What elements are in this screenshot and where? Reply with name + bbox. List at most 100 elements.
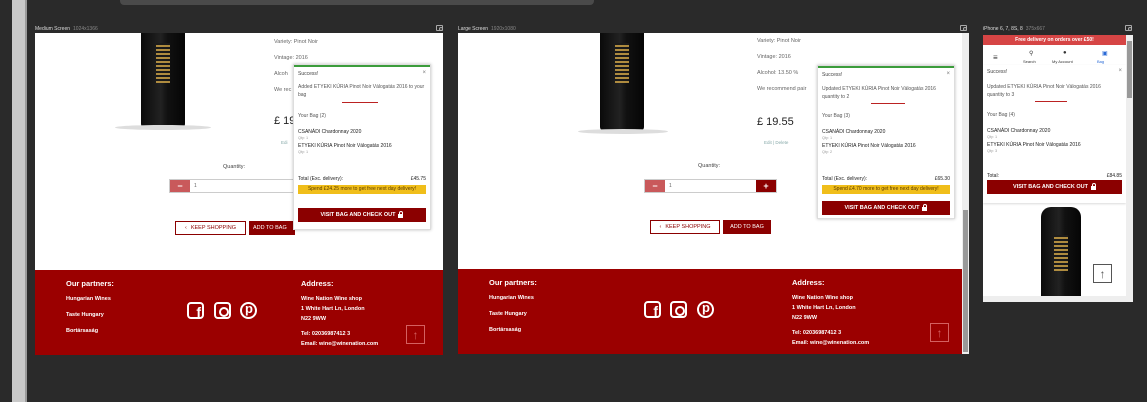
scrollbar-thumb[interactable] <box>1127 41 1132 98</box>
keep-shopping-button[interactable]: ‹ KEEP SHOPPING <box>650 220 720 234</box>
pinterest-icon[interactable] <box>697 300 714 318</box>
close-icon[interactable]: × <box>1118 68 1122 74</box>
bag-item-name: ETYEKI KÚRIA Pinot Noir Válogatás 2016 <box>822 143 916 149</box>
add-to-bag-button[interactable]: ADD TO BAG <box>723 220 771 234</box>
bag-item-name: CSANÁDI Chardonnay 2020 <box>987 128 1051 134</box>
free-delivery-banner: Free delivery on orders over £50! <box>983 35 1126 45</box>
bag-item-qty: Qty: 1 <box>298 136 309 140</box>
back-to-top-button[interactable]: ↑ <box>406 325 425 344</box>
quantity-label: Quantity: <box>698 163 721 169</box>
vintage-text: Vintage: 2016 <box>274 55 308 61</box>
facebook-icon[interactable] <box>644 301 661 319</box>
camera-icon[interactable] <box>1125 25 1132 31</box>
partner-link[interactable]: Taste Hungary <box>66 312 104 318</box>
recommend-text: We recommend pair <box>757 86 807 92</box>
chevron-left-icon: ‹ <box>185 225 187 231</box>
vintage-text: Vintage: 2016 <box>757 54 791 60</box>
quantity-label: Quantity: <box>223 164 246 170</box>
quantity-plus-button[interactable]: + <box>756 180 776 192</box>
horizontal-scrollbar[interactable] <box>983 296 1126 302</box>
back-to-top-button[interactable]: ↑ <box>930 323 949 342</box>
instagram-icon[interactable] <box>214 302 231 319</box>
camera-icon[interactable] <box>960 25 967 31</box>
checkout-button[interactable]: VISIT BAG AND CHECK OUT <box>298 208 426 222</box>
bag-item-qty: Qty: 1 <box>987 135 998 139</box>
large-frame-label: Large Screen 1920x1080 <box>458 26 516 32</box>
phone-text: Tel: 02036987412 3 <box>301 331 351 337</box>
partner-link[interactable]: Bortársaság <box>489 327 521 333</box>
bag-label[interactable]: Bag <box>1097 59 1104 64</box>
instagram-icon[interactable] <box>670 301 687 318</box>
bag-item-qty: Qty: 1 <box>822 136 833 140</box>
edit-delete-link[interactable]: Edit | Delete <box>764 140 788 145</box>
bag-icon[interactable]: ▣ <box>1102 50 1108 57</box>
menu-icon[interactable]: ≡ <box>993 53 998 62</box>
vertical-scrollbar[interactable] <box>1126 35 1133 302</box>
address-line: 1 White Hart Ln, London <box>301 306 365 312</box>
bag-total: Total (Exc. delivery): £65.30 <box>822 176 950 182</box>
lock-icon <box>398 211 404 218</box>
partners-title: Our partners: <box>489 278 537 287</box>
quantity-minus-button[interactable]: − <box>170 180 190 192</box>
bag-title: Your Bag (2) <box>298 113 326 119</box>
popup-title: Success! <box>822 72 843 78</box>
quantity-stepper[interactable]: − 1 + <box>644 179 777 193</box>
facebook-icon[interactable] <box>187 302 204 320</box>
popup-title: Success! <box>298 71 319 77</box>
camera-icon[interactable] <box>436 25 443 31</box>
footer: Our partners: Hungarian Wines Taste Hung… <box>458 269 962 354</box>
pinterest-icon[interactable] <box>240 301 257 319</box>
bag-title: Your Bag (4) <box>987 112 1015 118</box>
bag-item-qty: Qty: 3 <box>987 149 998 153</box>
edit-delete-link[interactable]: Edi <box>281 140 288 145</box>
quantity-input[interactable]: 1 <box>190 180 298 192</box>
partner-link[interactable]: Bortársaság <box>66 328 98 334</box>
price: £ 19.55 <box>757 116 794 128</box>
footer: Our partners: Hungarian Wines Taste Hung… <box>35 270 443 355</box>
mobile-frame: Free delivery on orders over £50! ≡ ⚲ Se… <box>983 35 1133 302</box>
bag-total: Total (Exc. delivery): £45.75 <box>298 176 426 182</box>
left-scrollbar-edge <box>25 0 27 402</box>
add-to-bag-button[interactable]: ADD TO BAG <box>249 221 295 235</box>
address-line: N22 9WW <box>301 316 327 322</box>
email-text[interactable]: Email: wine@winenation.com <box>792 340 869 346</box>
email-text[interactable]: Email: wine@winenation.com <box>301 341 378 347</box>
partners-title: Our partners: <box>66 279 114 288</box>
bottle-shadow <box>578 129 668 134</box>
lock-icon <box>922 204 928 211</box>
checkout-button[interactable]: VISIT BAG AND CHECK OUT <box>987 180 1122 194</box>
address-line: 1 White Hart Ln, London <box>792 305 856 311</box>
close-icon[interactable]: × <box>422 70 426 76</box>
partner-link[interactable]: Taste Hungary <box>489 311 527 317</box>
popup-success-bar <box>294 65 430 67</box>
popup-divider <box>1035 101 1067 102</box>
quantity-minus-button[interactable]: − <box>645 180 665 192</box>
popup-divider <box>871 103 905 104</box>
search-label[interactable]: Search <box>1023 59 1036 64</box>
partner-link[interactable]: Hungarian Wines <box>489 295 534 301</box>
checkout-button[interactable]: VISIT BAG AND CHECK OUT <box>822 201 950 215</box>
chevron-left-icon: ‹ <box>659 224 662 230</box>
lock-icon <box>1090 183 1096 190</box>
free-delivery-notice: Spend £4.70 more to get free next day de… <box>822 185 950 194</box>
left-scrollbar[interactable] <box>12 0 25 402</box>
close-icon[interactable]: × <box>946 71 950 77</box>
medium-frame-label: Medium Screen 1024x1366 <box>35 26 98 32</box>
keep-shopping-button[interactable]: ‹ KEEP SHOPPING <box>175 221 246 235</box>
vertical-scrollbar[interactable] <box>962 33 969 354</box>
back-to-top-button[interactable]: ↑ <box>1093 264 1112 283</box>
account-icon[interactable]: ● <box>1063 50 1067 56</box>
mobile-frame-label: iPhone 6, 7, 8S, 8 375x667 <box>983 26 1045 32</box>
bag-item-name: CSANÁDI Chardonnay 2020 <box>822 129 886 135</box>
popup-success-bar <box>818 66 954 68</box>
quantity-input[interactable]: 1 <box>665 180 756 192</box>
bag-title: Your Bag (3) <box>822 113 850 119</box>
account-label[interactable]: My Account <box>1052 59 1073 64</box>
quantity-stepper[interactable]: − 1 <box>169 179 299 193</box>
address-title: Address: <box>301 279 334 288</box>
top-toolbar <box>120 0 594 5</box>
partner-link[interactable]: Hungarian Wines <box>66 296 111 302</box>
bag-popup: Success! × Updated ETYEKI KÚRIA Pinot No… <box>817 65 955 219</box>
scrollbar-thumb[interactable] <box>963 210 968 352</box>
search-icon[interactable]: ⚲ <box>1029 50 1033 57</box>
